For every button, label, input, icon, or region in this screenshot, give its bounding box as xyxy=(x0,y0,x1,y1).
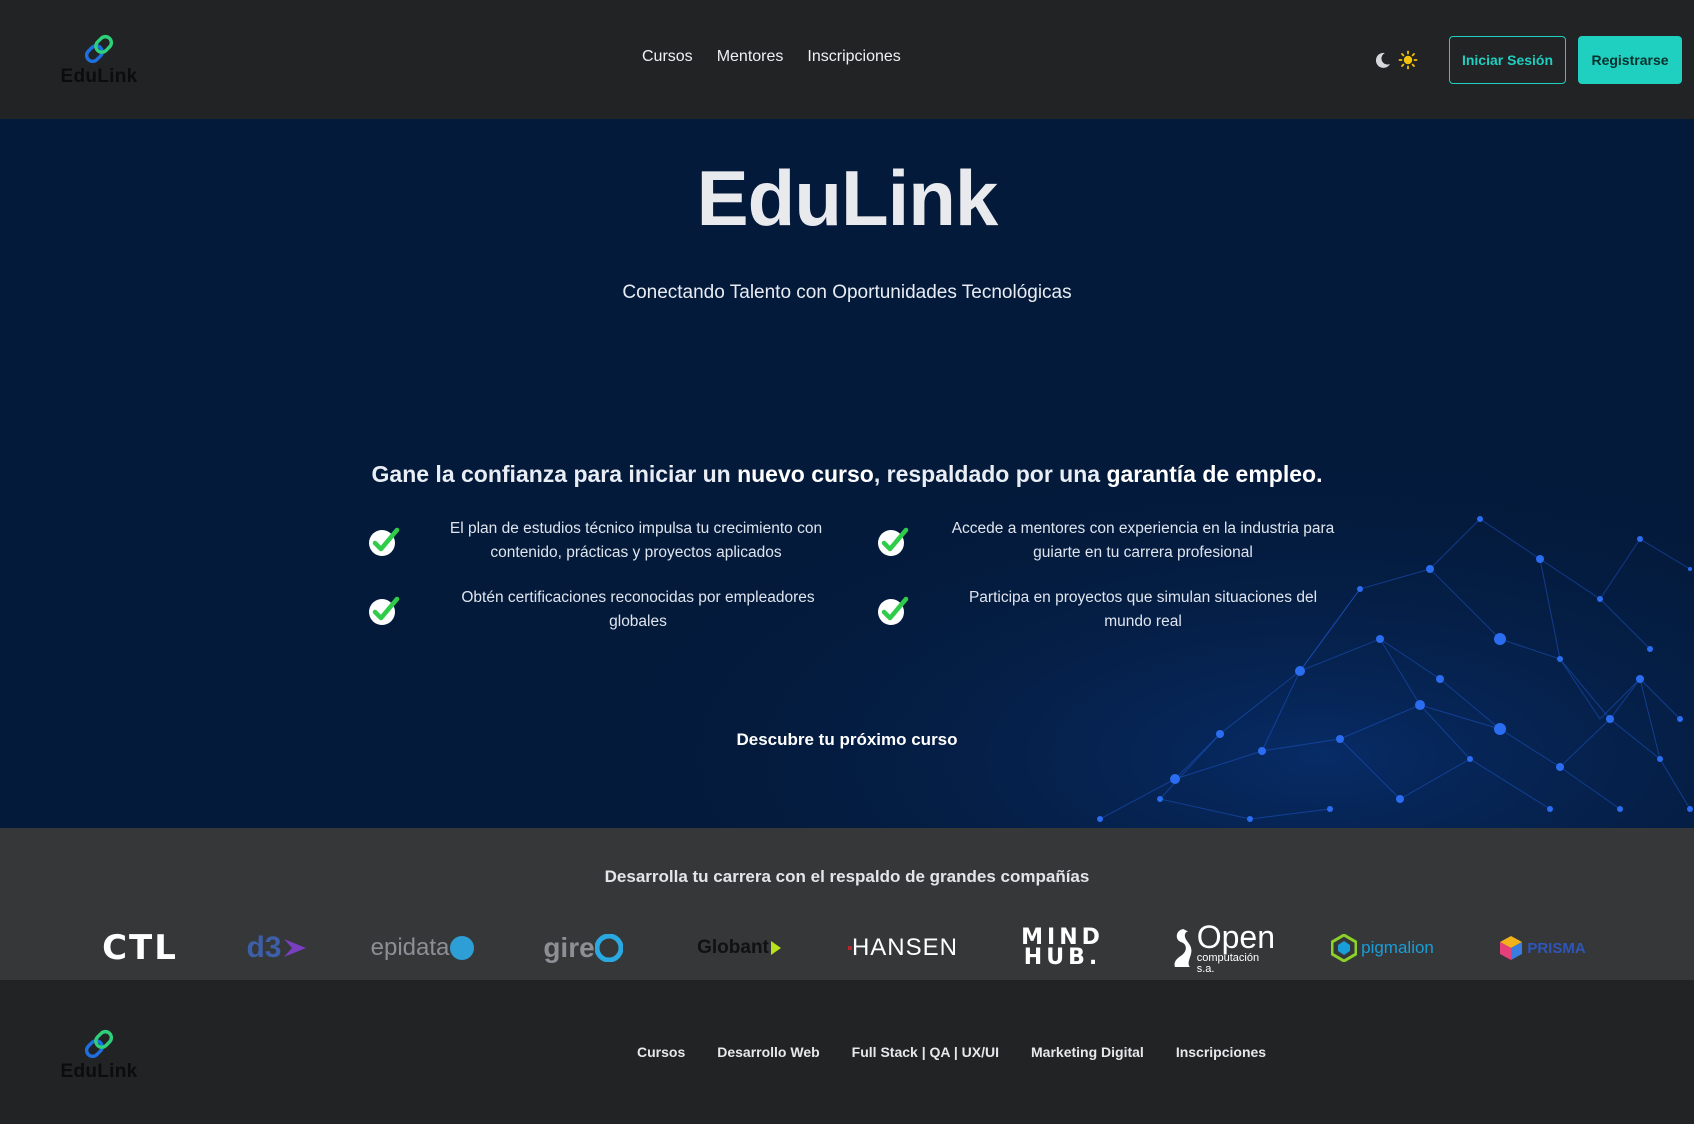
hero-heading: Gane la confianza para iniciar un nuevo … xyxy=(0,461,1694,488)
partner-logo-hansen: HANSEN xyxy=(848,918,958,978)
footer: EduLink Cursos Desarrollo Web Full Stack… xyxy=(0,980,1694,1124)
nav-link-mentores[interactable]: Mentores xyxy=(717,48,784,66)
partner-logo-text: Open xyxy=(1196,919,1275,955)
hero-subtitle: Conectando Talento con Oportunidades Tec… xyxy=(622,282,1072,303)
check-icon xyxy=(878,527,909,556)
hero-section: EduLink Conectando Talento con Oportunid… xyxy=(0,119,1694,828)
d3-arrow-icon xyxy=(283,939,306,957)
feature-item: Accede a mentores con experiencia en la … xyxy=(876,517,1343,565)
feature-item: Obtén certificaciones reconocidas por em… xyxy=(367,586,828,634)
partner-logo-open: Open computación s.a. xyxy=(1170,918,1275,978)
sun-icon xyxy=(1398,50,1418,70)
partner-logo-text: pigmalion xyxy=(1361,938,1434,957)
check-icon xyxy=(369,596,400,625)
heading-bold-job-guarantee: garantía de empleo. xyxy=(1106,461,1323,487)
check-icon xyxy=(369,527,400,556)
globant-arrow-icon xyxy=(770,941,781,955)
footer-link-cursos[interactable]: Cursos xyxy=(637,1044,685,1060)
partner-logo-text: PRISMA xyxy=(1527,939,1586,957)
chain-link-icon xyxy=(84,34,114,64)
chain-link-icon xyxy=(84,1029,114,1059)
partner-logo-text: Globant xyxy=(697,937,769,958)
partner-logo-prisma: PRISMA xyxy=(1490,918,1595,978)
partner-logo-gire: gire xyxy=(538,918,628,978)
login-button[interactable]: Iniciar Sesión xyxy=(1449,36,1566,84)
feature-item: Participa en proyectos que simulan situa… xyxy=(876,586,1333,634)
discover-course-link[interactable]: Descubre tu próximo curso xyxy=(0,730,1694,750)
footer-link-inscripciones[interactable]: Inscripciones xyxy=(1176,1044,1266,1060)
partner-logo-pigmalion: pigmalion xyxy=(1330,918,1435,978)
partner-logo-epidata: epidata xyxy=(368,918,478,978)
footer-logo-link[interactable]: EduLink xyxy=(59,1027,139,1087)
open-swan-icon xyxy=(1174,929,1192,967)
logo-text: EduLink xyxy=(60,66,138,87)
footer-nav: Cursos Desarrollo Web Full Stack | QA | … xyxy=(637,1044,1266,1060)
check-icon xyxy=(878,596,909,625)
pigmalion-hex-icon xyxy=(1331,934,1358,962)
theme-toggle[interactable] xyxy=(1374,48,1422,72)
heading-text-1: Gane la confianza para iniciar un xyxy=(371,461,738,487)
partners-section: Desarrolla tu carrera con el respaldo de… xyxy=(0,828,1694,980)
partner-logo-text: CTL xyxy=(102,928,178,968)
footer-link-marketing-digital[interactable]: Marketing Digital xyxy=(1031,1044,1144,1060)
partner-logo-text: d3 xyxy=(246,931,282,964)
feature-text: Obtén certificaciones reconocidas por em… xyxy=(461,589,815,630)
gire-circle-icon xyxy=(594,934,623,962)
heading-bold-new-course: nuevo curso xyxy=(737,461,874,487)
partners-title: Desarrolla tu carrera con el respaldo de… xyxy=(604,867,1090,886)
partner-logo-text: gire xyxy=(543,932,595,963)
partner-logo-text: HANSEN xyxy=(851,934,958,961)
heading-text-2: , respaldado por una xyxy=(873,461,1107,487)
feature-text: Accede a mentores con experiencia en la … xyxy=(951,520,1335,561)
hero-title: EduLink xyxy=(696,154,999,242)
partner-logo-ctl: CTL xyxy=(100,918,180,978)
feature-text: El plan de estudios técnico impulsa tu c… xyxy=(449,520,823,561)
prisma-cube-icon xyxy=(1500,936,1523,960)
partner-logo-text-2: HUB. xyxy=(1023,945,1102,970)
partner-logo-globant: Globant xyxy=(690,918,790,978)
footer-link-desarrollo-web[interactable]: Desarrollo Web xyxy=(717,1044,819,1060)
partner-logo-text-2: computación s.a. xyxy=(1196,952,1260,975)
epidata-circle-icon xyxy=(450,936,475,960)
feature-item: El plan de estudios técnico impulsa tu c… xyxy=(367,517,836,565)
moon-icon xyxy=(1375,52,1390,68)
navbar: EduLink Cursos Mentores Inscripciones In… xyxy=(0,0,1694,119)
logo-text: EduLink xyxy=(60,1061,138,1082)
main-nav: Cursos Mentores Inscripciones xyxy=(642,48,901,66)
feature-text: Participa en proyectos que simulan situa… xyxy=(968,589,1318,630)
footer-link-full-stack[interactable]: Full Stack | QA | UX/UI xyxy=(852,1044,999,1060)
partner-logo-text: epidata xyxy=(370,934,450,961)
partner-logo-d3: d3 xyxy=(238,918,318,978)
open-text-block: Open computación s.a. xyxy=(1197,921,1275,975)
partner-logo-mindhub: MIND HUB. xyxy=(1015,918,1110,978)
register-button[interactable]: Registrarse xyxy=(1578,36,1682,84)
logo-link[interactable]: EduLink xyxy=(59,32,139,92)
nav-link-cursos[interactable]: Cursos xyxy=(642,48,693,66)
nav-link-inscripciones[interactable]: Inscripciones xyxy=(807,48,900,66)
